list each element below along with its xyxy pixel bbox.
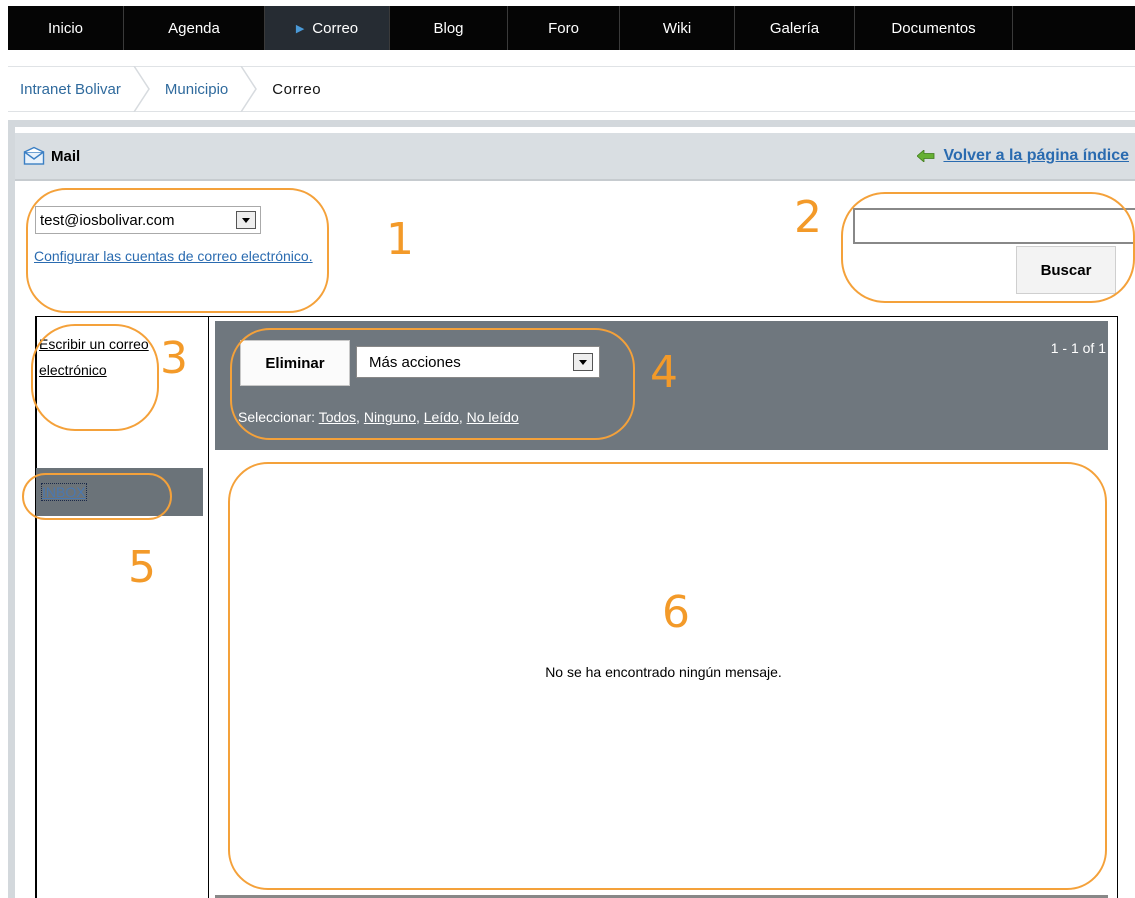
annotation-outline-5 xyxy=(22,473,172,520)
mail-envelope-icon xyxy=(23,146,45,165)
tab-galeria[interactable]: Galería xyxy=(735,6,855,50)
breadcrumb: Intranet Bolivar Municipio Correo xyxy=(8,66,1135,112)
portlet-header: Mail Volver a la página índice xyxy=(15,133,1135,181)
pager-text: 1 - 1 of 1 xyxy=(1050,340,1106,356)
breadcrumb-item: Intranet Bolivar xyxy=(20,66,165,112)
portlet-title: Mail xyxy=(23,146,80,166)
annotation-outline-3 xyxy=(31,324,159,431)
annotation-number-4: 4 xyxy=(650,347,678,398)
annotation-number-5: 5 xyxy=(128,542,156,593)
breadcrumb-current: Correo xyxy=(272,80,322,98)
tab-foro[interactable]: Foro xyxy=(508,6,620,50)
tab-inicio[interactable]: Inicio xyxy=(8,6,124,50)
annotation-outline-6 xyxy=(228,462,1107,890)
top-navigation: Inicio Agenda ▶ Correo Blog Foro Wiki Gal… xyxy=(0,0,1135,56)
nav-bar: Inicio Agenda ▶ Correo Blog Foro Wiki Gal… xyxy=(8,6,1135,50)
breadcrumb-separator-icon xyxy=(240,66,258,112)
annotation-number-6: 6 xyxy=(662,587,690,638)
annotation-outline-2 xyxy=(841,192,1135,303)
tab-documentos[interactable]: Documentos xyxy=(855,6,1013,50)
breadcrumb-separator-icon xyxy=(133,66,150,112)
annotation-outline-1 xyxy=(26,188,329,313)
breadcrumb-link-intranet[interactable]: Intranet Bolivar xyxy=(20,81,121,98)
tab-correo[interactable]: ▶ Correo xyxy=(265,6,390,50)
tab-wiki[interactable]: Wiki xyxy=(620,6,735,50)
annotation-number-1: 1 xyxy=(386,214,414,265)
green-back-arrow-icon xyxy=(917,150,935,162)
tab-blog[interactable]: Blog xyxy=(390,6,508,50)
annotation-number-2: 2 xyxy=(794,192,822,243)
active-arrow-icon: ▶ xyxy=(295,22,305,35)
tab-agenda[interactable]: Agenda xyxy=(124,6,265,50)
annotation-outline-4 xyxy=(230,328,635,440)
breadcrumb-link-municipio[interactable]: Municipio xyxy=(165,81,228,98)
breadcrumb-item: Municipio xyxy=(165,66,272,112)
annotation-number-3: 3 xyxy=(160,333,188,384)
back-link[interactable]: Volver a la página índice xyxy=(917,147,1129,165)
